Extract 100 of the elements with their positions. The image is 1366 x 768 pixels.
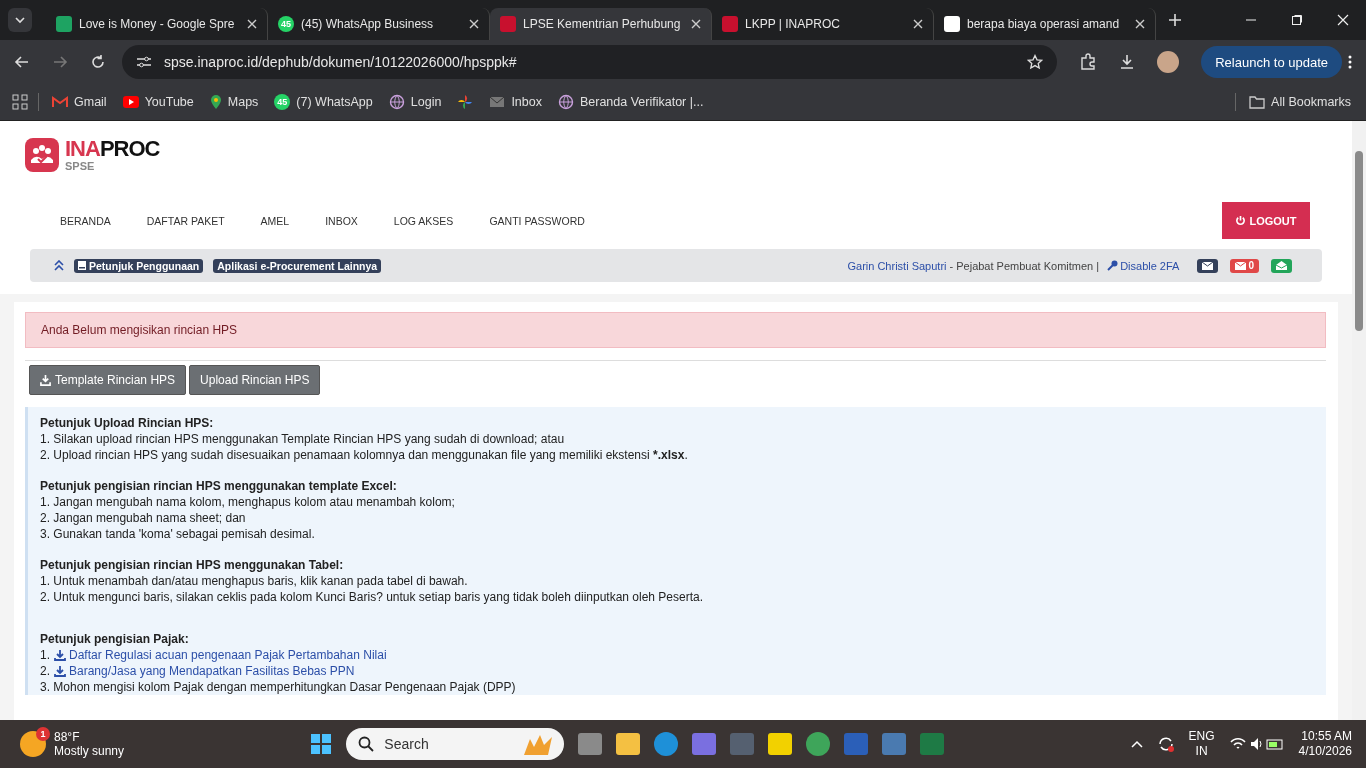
play-icon — [122, 96, 139, 108]
close-icon[interactable] — [691, 19, 701, 29]
template-button[interactable]: Template Rincian HPS — [29, 365, 187, 395]
url-text: spse.inaproc.id/dephub/dokumen/10122026000/hpsppk# — [164, 54, 518, 70]
globe-icon — [557, 94, 574, 110]
close-icon[interactable] — [469, 19, 479, 29]
scrollbar[interactable] — [1352, 121, 1366, 720]
instruction-text: 1. Untuk menambah dan/atau menghapus baris, klik kanan pada tabel di bawah. — [40, 573, 469, 589]
search-icon — [358, 736, 375, 752]
download-icon — [54, 649, 66, 661]
tab-title: LKPP | INAPROC — [745, 17, 841, 31]
bookmark-label: Inbox — [511, 95, 542, 109]
profile-avatar[interactable] — [1157, 51, 1180, 73]
download-icon — [54, 665, 66, 677]
bookmark-label: Maps — [227, 95, 259, 109]
bookmark-label: Beranda Verifikator |... — [579, 95, 704, 109]
envelope-icon — [489, 96, 506, 108]
reload-icon[interactable] — [90, 54, 106, 70]
collapse-icon[interactable] — [54, 260, 64, 271]
logo-subtitle: SPSE — [65, 161, 96, 172]
puzzle-icon[interactable] — [1079, 53, 1098, 71]
sync-icon[interactable] — [1156, 735, 1175, 753]
address-bar[interactable]: spse.inaproc.id/dephub/dokumen/10122026000/hpsppk# — [122, 45, 1058, 79]
nav-link[interactable]: AMEL — [260, 214, 290, 227]
bookmark[interactable]: Maps — [206, 94, 262, 110]
relaunch-button[interactable]: Relaunch to update — [1201, 46, 1342, 78]
bookmark[interactable]: Gmail — [49, 95, 110, 109]
nav-link[interactable]: INBOX — [325, 214, 358, 227]
bookmark[interactable]: 45 (7) WhatsApp — [271, 94, 376, 110]
more-icon[interactable] — [1348, 55, 1352, 69]
site-icon — [722, 16, 738, 32]
weather-condition: Mostly sunny — [54, 744, 125, 758]
guide-link[interactable]: Petunjuk Penggunaan — [74, 258, 204, 273]
download-icon[interactable] — [1119, 54, 1136, 70]
site-settings-icon[interactable] — [136, 55, 152, 69]
logo-text: INAPROC — [65, 138, 160, 160]
tab-title: (45) WhatsApp Business — [301, 17, 435, 31]
nav-link[interactable]: LOG AKSES — [393, 214, 454, 227]
system-tray-icons[interactable] — [1228, 736, 1285, 752]
new-tab-icon[interactable] — [1168, 13, 1182, 27]
bookmark[interactable]: Login — [385, 94, 445, 110]
bookmark[interactable]: Beranda Verifikator |... — [554, 94, 707, 110]
clock[interactable]: 10:55 AM 4/10/2026 — [1298, 729, 1352, 759]
logo-icon — [25, 138, 59, 172]
star-icon[interactable] — [1027, 54, 1044, 70]
disable-2fa-link[interactable]: Disable 2FA — [1107, 259, 1180, 272]
apps-link[interactable]: Aplikasi e-Procurement Lainnya — [213, 258, 382, 273]
start-icon[interactable] — [310, 733, 333, 755]
nav-link[interactable]: DAFTAR PAKET — [146, 214, 225, 227]
tab-search-button[interactable] — [8, 8, 32, 32]
mail-icon — [52, 96, 68, 108]
all-bookmarks-button[interactable]: All Bookmarks — [1246, 95, 1354, 109]
close-icon[interactable] — [913, 19, 923, 29]
whatsapp-icon: 45 — [274, 94, 291, 110]
weather-widget[interactable]: 1 88°F Mostly sunny — [20, 730, 125, 758]
inbox-button[interactable]: 0 — [1230, 258, 1259, 273]
browser-tab[interactable]: LPSE Kementrian Perhubung — [490, 8, 712, 40]
map-pin-icon — [209, 94, 222, 110]
bookmark-label: Gmail — [74, 95, 107, 109]
back-icon[interactable] — [14, 54, 30, 70]
bookmark[interactable]: Inbox — [486, 95, 545, 109]
bookmark-label: Login — [410, 95, 442, 109]
close-icon[interactable] — [247, 19, 257, 29]
forward-icon[interactable] — [52, 54, 68, 70]
instruction-text: 1. Silakan upload rincian HPS menggunakan Template Rincian HPS yang sudah di download; atau — [40, 431, 566, 447]
envelope-icon — [1202, 261, 1214, 270]
bookmark[interactable]: YouTube — [119, 95, 197, 109]
instruction-text: 3. Mohon mengisi kolom Pajak dengan memperhitungkan Dasar Pengenaan Pajak (DPP) — [40, 679, 517, 695]
nav-link[interactable]: GANTI PASSWORD — [489, 214, 585, 227]
open-mail-button[interactable] — [1271, 258, 1292, 273]
download-link[interactable]: Barang/Jasa yang Mendapatkan Fasilitas Bebas PPN — [54, 663, 355, 679]
language-indicator[interactable]: ENG IN — [1188, 729, 1215, 759]
logout-button[interactable]: LOGOUT — [1222, 202, 1310, 239]
user-link[interactable]: Garin Christi Saputri — [847, 259, 947, 272]
instruction-text: 2. Jangan mengubah nama sheet; dan — [40, 510, 247, 526]
tab-title: Love is Money - Google Spre — [79, 17, 236, 31]
section-heading: Petunjuk Upload Rincian HPS: — [40, 415, 215, 431]
instruction-text: 2. Untuk mengunci baris, silakan ceklis pada kolom Kunci Baris? untuk setiap baris yang tidak boleh diinputkan oleh Peserta. — [40, 589, 705, 605]
site-icon — [500, 16, 516, 32]
instruction-text: 3. Gunakan tanda 'koma' sebagai pemisah desimal. — [40, 526, 316, 542]
bookmark-label: YouTube — [144, 95, 194, 109]
maximize-icon[interactable] — [1291, 14, 1303, 26]
list-number: 1. — [40, 647, 50, 663]
download-link[interactable]: Daftar Regulasi acuan pengenaan Pajak Pertambahan Nilai — [54, 647, 387, 663]
nav-link[interactable]: BERANDA — [60, 214, 111, 227]
chevron-up-icon[interactable] — [1130, 740, 1143, 748]
download-icon — [40, 374, 51, 386]
book-icon — [78, 261, 86, 270]
taskbar-search[interactable]: Search — [346, 728, 565, 760]
apps-icon[interactable] — [12, 94, 28, 110]
instruction-text: 1. Jangan mengubah nama kolom, menghapus kolom atau menambah kolom; — [40, 494, 456, 510]
upload-button[interactable]: Upload Rincian HPS — [189, 365, 321, 395]
bookmark-label: (7) WhatsApp — [296, 95, 373, 109]
pinwheel-icon — [457, 94, 474, 110]
chevron-down-icon — [14, 14, 26, 26]
whatsapp-icon: 45 — [278, 16, 294, 32]
power-icon — [1235, 215, 1247, 226]
section-heading: Petunjuk pengisian Pajak: — [40, 631, 190, 647]
close-icon[interactable] — [1135, 19, 1145, 29]
message-button[interactable] — [1197, 258, 1219, 273]
